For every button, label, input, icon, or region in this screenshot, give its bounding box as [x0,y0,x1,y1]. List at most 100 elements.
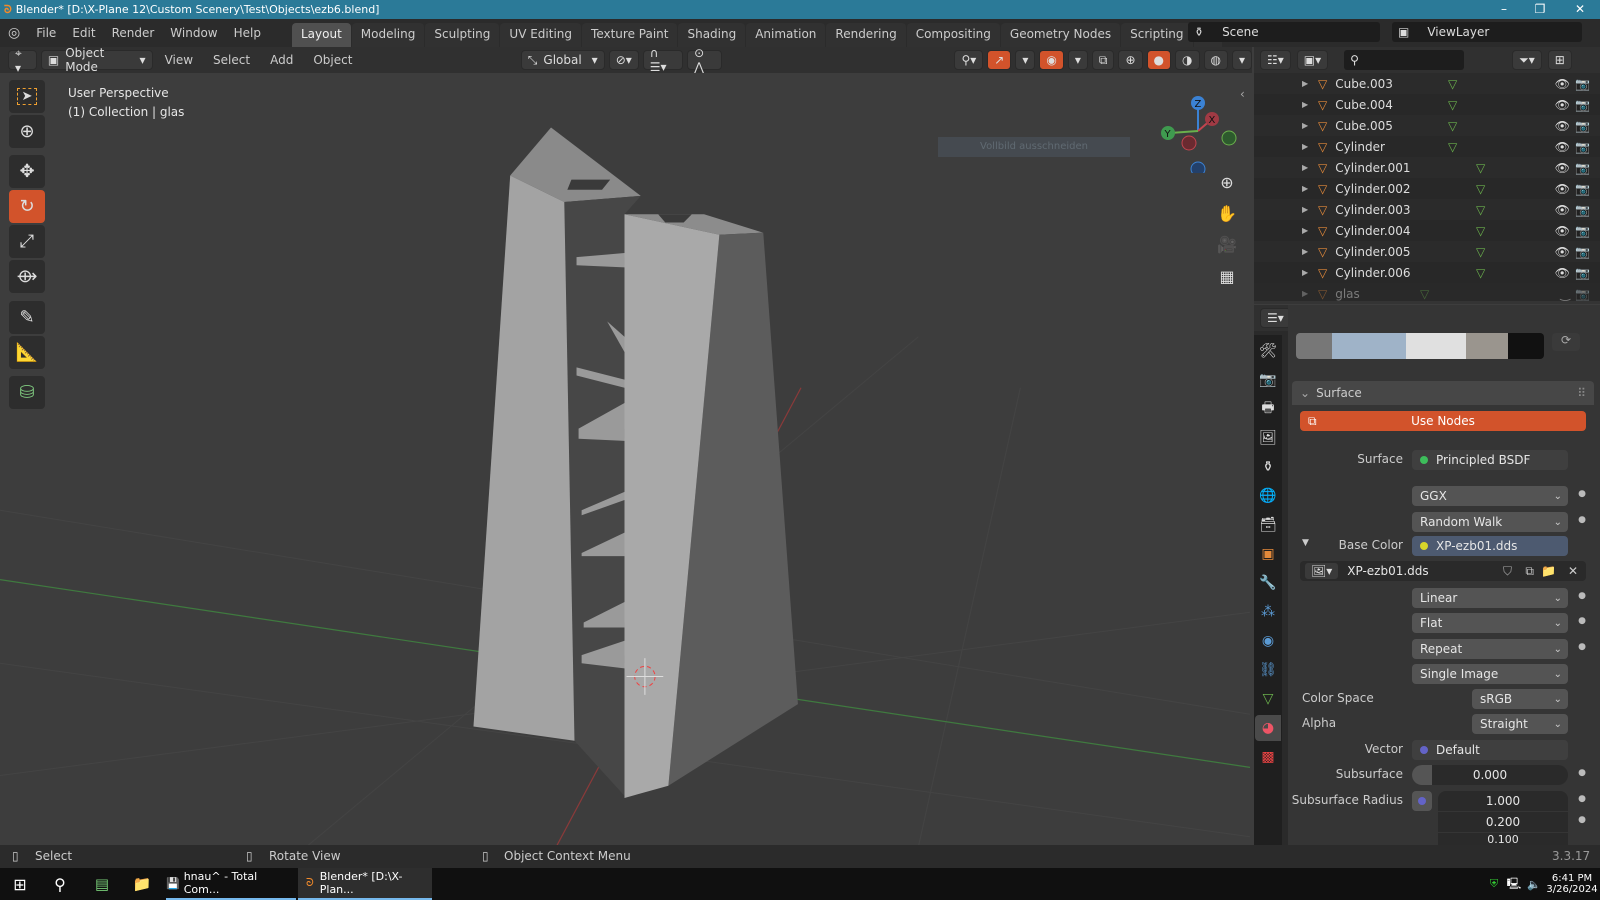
object-name[interactable]: Cylinder.003 [1335,203,1410,217]
view-layer-tab-icon[interactable]: 🖼 [1255,425,1281,451]
drag-handle-icon[interactable]: ⠿ [1577,386,1586,400]
annotate-tool[interactable]: ✎ [9,301,45,334]
transform-orientation-dropdown[interactable]: ⤡ Global ▾ [520,50,605,70]
overlay-dropdown[interactable]: ▾ [1067,50,1088,70]
data-tab-icon[interactable]: ▽ [1255,686,1281,712]
duplicate-icon[interactable]: ⧉ [1525,564,1534,579]
menu-object[interactable]: Object [305,53,360,67]
mesh-data-icon[interactable]: ▽ [1476,161,1485,175]
eye-closed-icon[interactable]: ‿ [1560,287,1570,301]
tab-modeling[interactable]: Modeling [351,23,425,47]
color-space-dropdown[interactable]: sRGB ⌄ [1472,689,1568,709]
scene-tab-icon[interactable]: ⚱ [1255,454,1281,480]
outliner-row[interactable]: ▶ ▽ Cylinder.005 ▽ 👁 📷 [1254,241,1600,262]
pan-hand-icon[interactable]: ✋ [1212,198,1242,228]
windows-start-icon[interactable]: ⊞ [0,868,40,900]
outliner-row[interactable]: ▶ ▽ Cylinder.004 ▽ 👁 📷 [1254,220,1600,241]
mesh-data-icon[interactable]: ▽ [1476,224,1485,238]
surface-shader-field[interactable]: Principled BSDF [1412,450,1568,470]
outliner-row[interactable]: ▶ ▽ Cylinder.003 ▽ 👁 📷 [1254,199,1600,220]
outliner-search-input[interactable]: ⚲ [1344,50,1465,70]
tab-layout[interactable]: Layout [291,23,351,47]
menu-help[interactable]: Help [226,26,269,40]
vector-field[interactable]: Default [1412,740,1568,760]
object-tab-icon[interactable]: ▣ [1255,541,1281,567]
gizmo-dropdown[interactable]: ▾ [1015,50,1036,70]
eye-icon[interactable]: 👁 [1555,119,1570,133]
material-preview-strip[interactable] [1296,333,1544,359]
object-mode-dropdown[interactable]: ▣ Object Mode ▾ [40,46,153,74]
camera-render-icon[interactable]: 📷 [1575,182,1590,196]
tab-rendering[interactable]: Rendering [826,23,906,47]
mesh-data-icon[interactable]: ▽ [1448,119,1457,133]
outliner-row[interactable]: ▶ ▽ Cube.004 ▽ 👁 📷 [1254,94,1600,115]
texture-tab-icon[interactable]: ▩ [1255,744,1281,770]
eye-icon[interactable]: 👁 [1555,161,1570,175]
expand-arrow-icon[interactable]: ▶ [1302,205,1312,214]
move-tool[interactable]: ✥ [9,155,45,188]
volume-icon[interactable]: 🔈 [1524,868,1544,900]
expand-arrow-icon[interactable]: ▶ [1302,184,1312,193]
tab-shading[interactable]: Shading [678,23,746,47]
eye-icon[interactable]: 👁 [1555,224,1570,238]
material-shading-button[interactable]: ◑ [1175,50,1200,70]
object-name[interactable]: Cube.003 [1335,77,1393,91]
subsurface-radius-z[interactable]: 0.100 [1438,833,1568,845]
add-cylinder-tool[interactable]: ⛁ [9,376,45,409]
pivot-point-dropdown[interactable]: ⊘▾ [608,50,639,70]
object-name[interactable]: Cylinder.004 [1335,224,1410,238]
mesh-data-icon[interactable]: ▽ [1448,98,1457,112]
tool-tab-icon[interactable]: 🛠 [1255,338,1281,364]
output-tab-icon[interactable]: 🖶 [1255,396,1281,422]
mesh-data-icon[interactable]: ▽ [1476,182,1485,196]
minimize-button[interactable]: – [1486,0,1522,19]
wireframe-shading-button[interactable]: ⊕ [1118,50,1143,70]
solid-shading-button[interactable]: ● [1146,50,1172,70]
camera-render-icon[interactable]: 📷 [1575,224,1590,238]
object-name[interactable]: Cylinder.006 [1335,266,1410,280]
expand-arrow-icon[interactable]: ▶ [1302,268,1312,277]
search-icon[interactable]: ⚲ [40,868,80,900]
menu-view[interactable]: View [157,53,201,67]
material-tab-icon[interactable]: ◕ [1255,715,1281,741]
clock[interactable]: 6:41 PM 3/26/2024 [1544,868,1600,900]
glas-object[interactable] [473,127,798,798]
outliner-row[interactable]: ▶ ▽ Cylinder.002 ▽ 👁 📷 [1254,178,1600,199]
ortho-grid-icon[interactable]: ▦ [1212,261,1242,291]
expand-arrow-icon[interactable]: ▶ [1302,79,1312,88]
neg-y-axis-icon[interactable] [1221,130,1237,146]
tab-scripting[interactable]: Scripting [1121,23,1193,47]
object-name[interactable]: Cube.004 [1335,98,1393,112]
display-mode-dropdown[interactable]: ▣▾ [1296,50,1329,70]
outliner-row[interactable]: ▶ ▽ Cube.005 ▽ 👁 📷 [1254,115,1600,136]
network-icon[interactable]: 🖳 [1504,868,1524,900]
cursor-tool[interactable]: ⊕ [9,115,45,148]
terminal-app-icon[interactable]: ▤ [82,868,122,900]
proportional-editing-button[interactable]: ⊙ ⋀ [687,46,723,74]
expand-arrow-icon[interactable]: ▶ [1302,121,1312,130]
world-tab-icon[interactable]: 🌐 [1255,483,1281,509]
mesh-data-icon[interactable]: ▽ [1448,140,1457,154]
new-collection-button[interactable]: ⊞ [1547,50,1572,70]
taskbar-app-total-commander[interactable]: 💾 hnau^ - Total Com... [166,868,296,900]
camera-render-icon[interactable]: 📷 [1575,119,1590,133]
tab-uv-editing[interactable]: UV Editing [500,23,582,47]
mesh-data-icon[interactable]: ▽ [1476,245,1485,259]
camera-render-icon[interactable]: 📷 [1575,266,1590,280]
rotate-tool[interactable]: ↻ [9,190,45,223]
camera-render-icon[interactable]: 📷 [1575,77,1590,91]
object-name[interactable]: Cylinder [1335,140,1385,154]
base-color-field[interactable]: XP-ezb01.dds [1412,536,1568,556]
sidebar-toggle-icon[interactable]: ‹ [1240,87,1245,101]
camera-render-icon[interactable]: 📷 [1575,161,1590,175]
security-shield-icon[interactable]: ⛨ [1484,868,1504,900]
surface-panel-header[interactable]: ⌄ Surface ⠿ [1292,381,1594,405]
subsurface-slider[interactable]: 0.000 [1412,765,1568,785]
subsurface-radius-y[interactable]: 0.200 [1438,812,1568,832]
filter-dropdown[interactable]: ⏷▾ [1512,50,1542,70]
camera-render-icon[interactable]: 📷 [1575,245,1590,259]
properties-editor-type-button[interactable]: ☰▾ [1260,308,1291,328]
editor-type-button[interactable]: ⌖ ▾ [8,46,37,75]
menu-select[interactable]: Select [205,53,258,67]
mesh-data-icon[interactable]: ▽ [1476,266,1485,280]
